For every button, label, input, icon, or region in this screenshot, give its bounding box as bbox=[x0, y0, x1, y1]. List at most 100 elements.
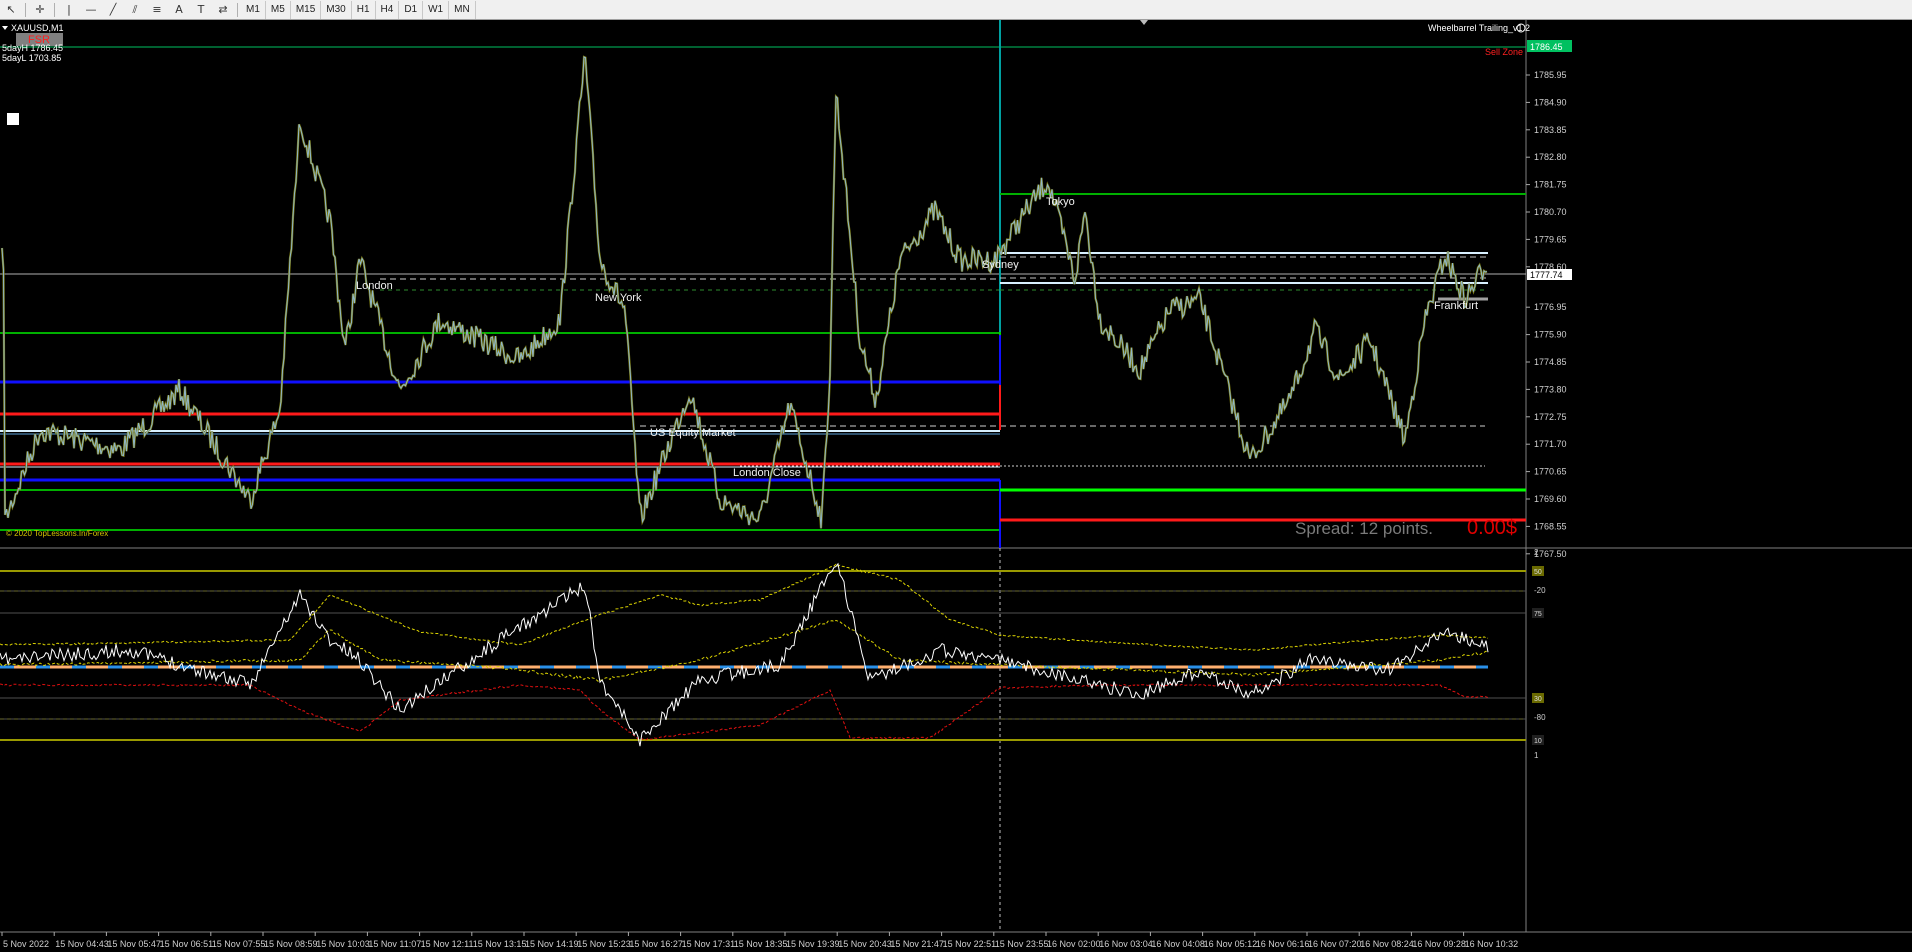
current-price-label: 1777.74 bbox=[1530, 270, 1563, 280]
indicator-tick-label: 1 bbox=[1534, 751, 1539, 760]
time-tick-label: 15 Nov 10:03 bbox=[316, 939, 370, 949]
price-tick-label: 1770.65 bbox=[1534, 467, 1567, 477]
price-tick-label: 1768.55 bbox=[1534, 521, 1567, 531]
timeframe-m15[interactable]: M15 bbox=[291, 0, 322, 19]
time-tick-label: 15 Nov 17:31 bbox=[682, 939, 736, 949]
time-tick-label: 15 Nov 16:27 bbox=[629, 939, 683, 949]
time-tick-label: 16 Nov 09:28 bbox=[1412, 939, 1466, 949]
text-label-icon[interactable]: T bbox=[190, 1, 212, 19]
chart-area[interactable]: 1785.95 1784.90 1783.85 1782.80 1781.75 1780.… bbox=[0, 20, 1912, 952]
time-tick-label: 15 Nov 15:23 bbox=[577, 939, 631, 949]
ea-name-label: Wheelbarrel Trailing_v1.2 bbox=[1428, 23, 1530, 33]
price-tick-label: 1774.85 bbox=[1534, 357, 1567, 367]
time-tick-label: 5 Nov 2022 bbox=[3, 939, 49, 949]
indicator-level-label: 10 bbox=[1534, 738, 1542, 745]
timeframe-m5[interactable]: M5 bbox=[266, 0, 291, 19]
session-label: US Equity Market bbox=[650, 427, 736, 439]
session-label: Frankfurt bbox=[1434, 300, 1478, 312]
time-tick-label: 15 Nov 05:47 bbox=[107, 939, 161, 949]
fibonacci-icon[interactable]: ≡ bbox=[146, 1, 168, 19]
price-tick-label: 1775.90 bbox=[1534, 330, 1567, 340]
time-tick-label: 15 Nov 13:15 bbox=[473, 939, 527, 949]
time-tick-label: 15 Nov 08:59 bbox=[264, 939, 318, 949]
session-label: Tokyo bbox=[1046, 196, 1075, 208]
price-tick-label: 1782.80 bbox=[1534, 152, 1567, 162]
time-tick-label: 16 Nov 10:32 bbox=[1465, 939, 1519, 949]
session-label: London Close bbox=[733, 467, 801, 479]
spread-label: Spread: 12 points. bbox=[1295, 519, 1433, 538]
checkbox[interactable] bbox=[7, 113, 19, 125]
time-tick-label: 15 Nov 07:55 bbox=[212, 939, 266, 949]
price-tick-label: 1776.95 bbox=[1534, 302, 1567, 312]
price-tick-label: 1772.75 bbox=[1534, 412, 1567, 422]
time-tick-label: 15 Nov 04:43 bbox=[55, 939, 109, 949]
timeframe-mn[interactable]: MN bbox=[449, 0, 476, 19]
toolbar-separator bbox=[237, 2, 238, 17]
time-tick-label: 16 Nov 05:12 bbox=[1204, 939, 1258, 949]
indicator-tick-label: 2 bbox=[1534, 548, 1539, 557]
time-tick-label: 16 Nov 04:08 bbox=[1151, 939, 1205, 949]
time-tick-label: 16 Nov 08:24 bbox=[1360, 939, 1414, 949]
time-tick-label: 15 Nov 21:47 bbox=[890, 939, 944, 949]
time-tick-label: 15 Nov 19:39 bbox=[786, 939, 840, 949]
equidistant-channel-icon[interactable]: ⫽ bbox=[124, 1, 146, 19]
time-tick-label: 15 Nov 20:43 bbox=[838, 939, 892, 949]
toolbar-separator bbox=[54, 2, 55, 17]
indicator-upper-band bbox=[0, 563, 1489, 651]
price-tick-label: 1785.95 bbox=[1534, 70, 1567, 80]
price-tick-label: 1769.60 bbox=[1534, 494, 1567, 504]
price-tick-label: 1771.70 bbox=[1534, 439, 1567, 449]
indicator-level-label: 30 bbox=[1534, 696, 1542, 703]
indicator-tick-label: -80 bbox=[1534, 713, 1546, 722]
horizontal-line-icon[interactable]: — bbox=[80, 1, 102, 19]
sell-zone-label: Sell Zone bbox=[1485, 47, 1523, 57]
session-label: New York bbox=[595, 292, 642, 304]
timeframe-h4[interactable]: H4 bbox=[376, 0, 400, 19]
toolbar-separator bbox=[25, 2, 26, 17]
time-tick-label: 15 Nov 06:51 bbox=[160, 939, 214, 949]
session-label: London bbox=[356, 280, 393, 292]
indicator-tick-label: -20 bbox=[1534, 586, 1546, 595]
price-tick-label: 1779.65 bbox=[1534, 234, 1567, 244]
cursor-arrow-icon[interactable]: ↖ bbox=[0, 1, 22, 19]
price-tick-label: 1784.90 bbox=[1534, 97, 1567, 107]
price-tick-label: 1773.80 bbox=[1534, 384, 1567, 394]
indicator-level-label: 75 bbox=[1534, 611, 1542, 618]
indicator-level-label: 50 bbox=[1534, 569, 1542, 576]
symbol-label: XAUUSD,M1 bbox=[11, 23, 64, 33]
vertical-line-icon[interactable]: | bbox=[58, 1, 80, 19]
timeframe-m30[interactable]: M30 bbox=[321, 0, 352, 19]
time-tick-label: 15 Nov 14:19 bbox=[525, 939, 579, 949]
time-tick-label: 15 Nov 18:35 bbox=[734, 939, 788, 949]
timeframe-d1[interactable]: D1 bbox=[399, 0, 424, 19]
time-tick-label: 15 Nov 22:51 bbox=[943, 939, 997, 949]
collapse-triangle-icon[interactable] bbox=[2, 26, 8, 30]
timeframe-w1[interactable]: W1 bbox=[423, 0, 450, 19]
time-tick-label: 15 Nov 12:11 bbox=[421, 939, 474, 949]
timeframe-m1[interactable]: M1 bbox=[241, 0, 266, 19]
five-day-high-label: 5dayH 1786.45 bbox=[2, 43, 63, 53]
five-day-low-label: 5dayL 1703.85 bbox=[2, 53, 61, 63]
time-tick-label: 16 Nov 02:00 bbox=[1047, 939, 1101, 949]
time-tick-label: 16 Nov 03:04 bbox=[1099, 939, 1153, 949]
indicator-lower-band bbox=[0, 683, 1489, 741]
price-series bbox=[1, 56, 1488, 529]
time-tick-label: 16 Nov 06:16 bbox=[1256, 939, 1310, 949]
time-tick-label: 15 Nov 11:07 bbox=[368, 939, 421, 949]
price-tick-label: 1781.75 bbox=[1534, 180, 1567, 190]
arrows-icon[interactable]: ⇄ bbox=[212, 1, 234, 19]
time-tick-label: 15 Nov 23:55 bbox=[995, 939, 1049, 949]
price-tick-label: 1780.70 bbox=[1534, 207, 1567, 217]
toolbar: ↖ ✛ | — ╱ ⫽ ≡ A T ⇄ M1 M5 M15 M30 H1 H4 D1 W1 MN bbox=[0, 0, 1912, 20]
copyright-label: © 2020 TopLessons.In/Forex bbox=[6, 529, 108, 538]
price-series-shadow bbox=[0, 55, 1488, 529]
crosshair-icon[interactable]: ✛ bbox=[29, 1, 51, 19]
shift-marker-icon[interactable] bbox=[1140, 20, 1148, 25]
text-icon[interactable]: A bbox=[168, 1, 190, 19]
session-label: Sydney bbox=[982, 259, 1019, 271]
profit-label: 0.00$ bbox=[1467, 517, 1517, 539]
timeframe-h1[interactable]: H1 bbox=[352, 0, 376, 19]
time-tick-label: 16 Nov 07:20 bbox=[1308, 939, 1362, 949]
price-tick-label: 1767.50 bbox=[1534, 549, 1567, 559]
trendline-icon[interactable]: ╱ bbox=[102, 1, 124, 19]
